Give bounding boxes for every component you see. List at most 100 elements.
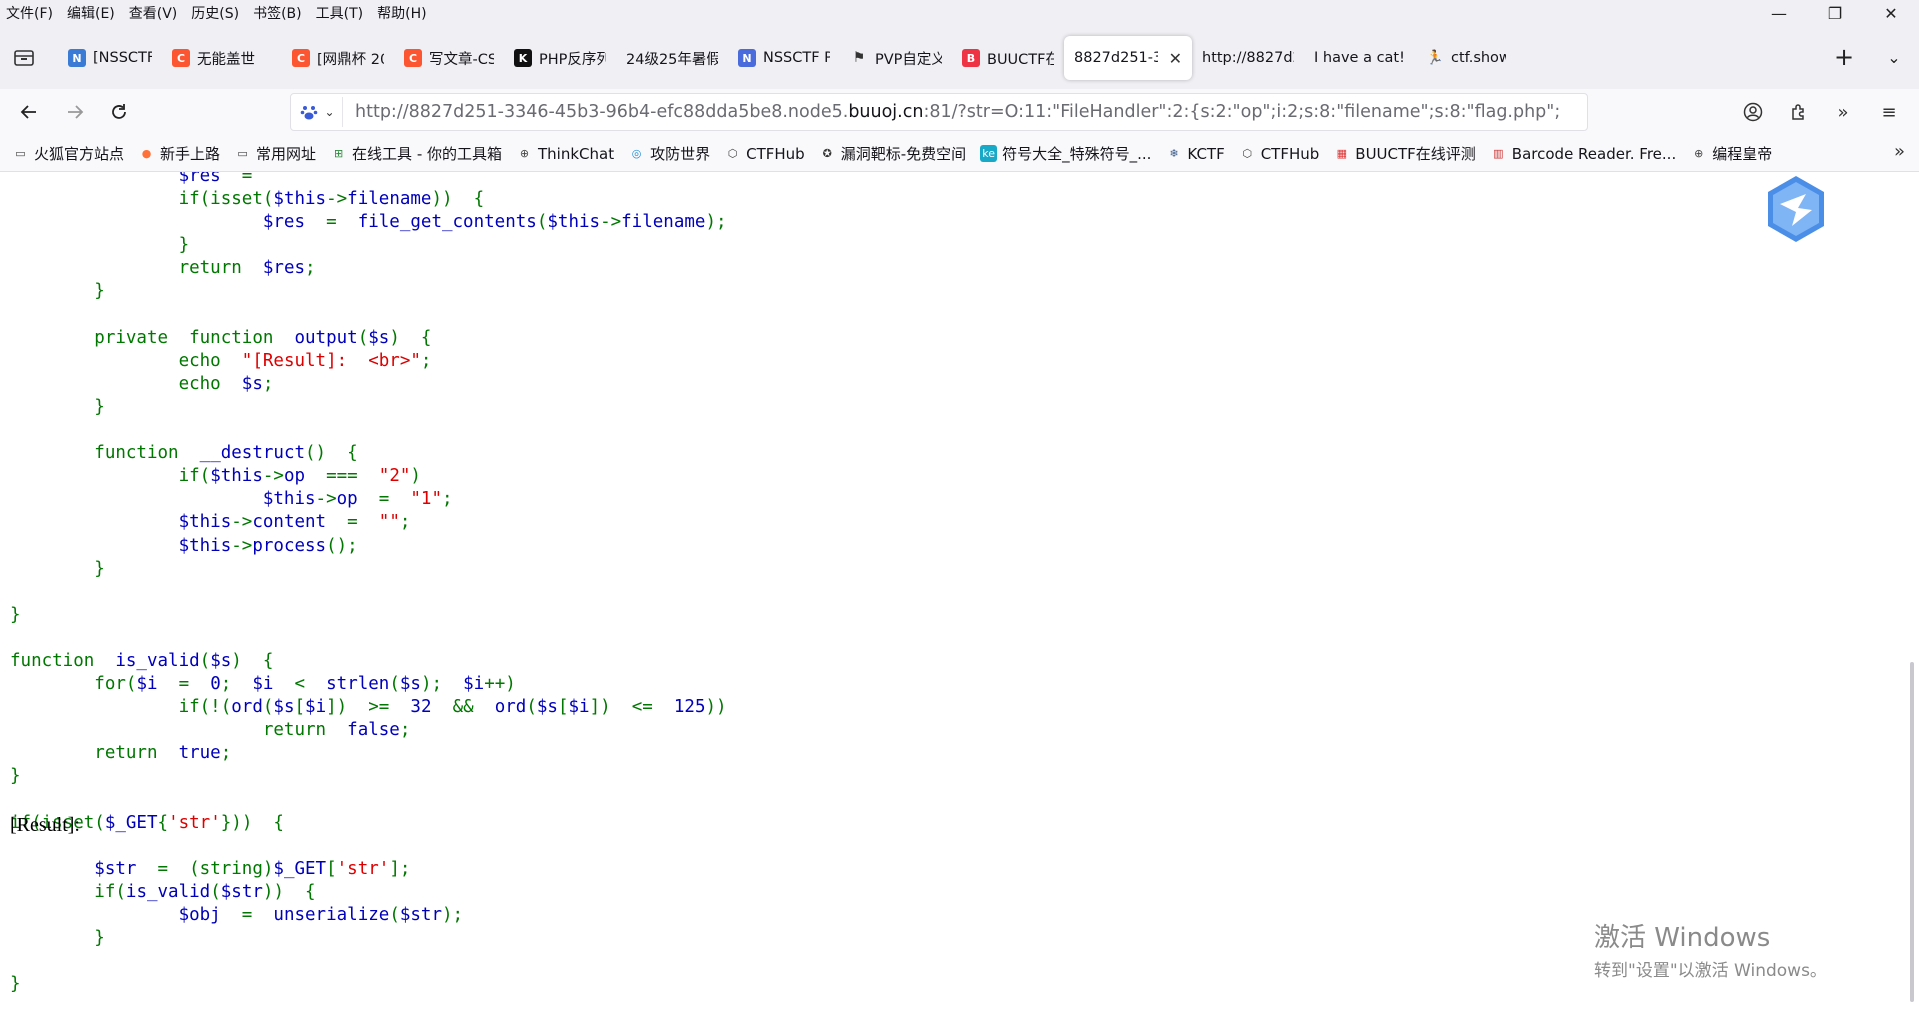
tab-0[interactable]: N [NSSCTF 20 bbox=[58, 36, 162, 80]
search-engine-button[interactable]: ⌄ bbox=[293, 97, 343, 127]
k-icon: K bbox=[514, 49, 532, 67]
code-token: filename bbox=[347, 189, 432, 210]
code-token: $s bbox=[241, 373, 263, 394]
restore-button[interactable]: ❐ bbox=[1807, 0, 1863, 27]
code-token: [ bbox=[326, 858, 337, 879]
back-button[interactable] bbox=[14, 97, 44, 127]
bookmark-item[interactable]: ◎ 攻防世界 bbox=[628, 143, 710, 164]
bookmark-label: Barcode Reader. Fre... bbox=[1511, 144, 1677, 163]
bookmark-item[interactable]: ke 符号大全_特殊符号_... bbox=[980, 143, 1151, 164]
tab-9[interactable]: 8827d251-3 ✕ bbox=[1064, 36, 1192, 80]
tab-3[interactable]: C 写文章-CSD bbox=[394, 36, 504, 80]
code-line: if(is_valid($str)) { bbox=[10, 881, 727, 904]
list-all-tabs-button[interactable]: ⌄ bbox=[1878, 41, 1910, 73]
bookmark-item[interactable]: ⬡ CTFHub bbox=[1239, 143, 1319, 164]
bookmark-item[interactable]: ▦ BUUCTF在线评测 bbox=[1333, 143, 1476, 164]
bookmarks-overflow-button[interactable]: » bbox=[1894, 141, 1905, 162]
account-button[interactable] bbox=[1738, 97, 1768, 127]
tab-7[interactable]: ⚑ PVP自定义 bbox=[840, 36, 952, 80]
snowflake-icon: ❄ bbox=[1169, 147, 1179, 160]
window-controls: — ❐ ✕ bbox=[1751, 0, 1919, 27]
menu-item-5[interactable]: 工具(T) bbox=[316, 3, 363, 23]
vertical-scrollbar[interactable] bbox=[1910, 662, 1914, 1002]
url-prefix: http://8827d251-3346-45b3-96b4-efc88dda5… bbox=[355, 102, 849, 122]
bookmark-item[interactable]: ⊕ 编程皇帝 bbox=[1690, 143, 1772, 164]
menu-item-4[interactable]: 书签(B) bbox=[253, 3, 302, 23]
code-token: if( bbox=[10, 466, 211, 487]
code-token: (); bbox=[326, 535, 358, 556]
floating-assistant-icon[interactable] bbox=[1764, 174, 1828, 244]
code-token: = bbox=[357, 489, 411, 510]
close-tab-icon[interactable]: ✕ bbox=[1169, 49, 1182, 68]
tab-10[interactable]: http://8827d25 bbox=[1192, 36, 1304, 80]
tab-1[interactable]: C 无能盖世 bbox=[162, 36, 282, 80]
menu-item-1[interactable]: 编辑(E) bbox=[67, 3, 115, 23]
url-bar[interactable]: ⌄ http://8827d251-3346-45b3-96b4-efc88dd… bbox=[290, 93, 1588, 131]
close-window-button[interactable]: ✕ bbox=[1863, 0, 1919, 27]
menu-item-6[interactable]: 帮助(H) bbox=[377, 3, 426, 23]
firefox-view-button[interactable] bbox=[8, 43, 40, 71]
bookmark-item[interactable]: ▭ 火狐官方站点 bbox=[12, 143, 124, 164]
code-token: ( bbox=[357, 327, 369, 348]
code-token: ord bbox=[494, 697, 527, 718]
code-token: $this bbox=[273, 189, 327, 210]
code-token: ++) bbox=[484, 674, 516, 695]
code-line: for($i = 0; $i < strlen($s); $i++) bbox=[10, 673, 727, 696]
code-token: -> bbox=[262, 466, 284, 487]
code-token: } bbox=[10, 766, 21, 787]
code-token: } bbox=[10, 396, 105, 417]
tab-12[interactable]: 🏃 ctf.show bbox=[1416, 36, 1516, 80]
app-menu-button[interactable]: ≡ bbox=[1874, 97, 1904, 127]
menu-item-3[interactable]: 历史(S) bbox=[191, 3, 239, 23]
minimize-button[interactable]: — bbox=[1751, 0, 1807, 27]
code-token: -> bbox=[231, 512, 253, 533]
menu-item-0[interactable]: 文件(F) bbox=[6, 3, 53, 23]
code-token: "2" bbox=[378, 466, 411, 487]
bookmark-item[interactable]: ⬡ CTFHub bbox=[724, 143, 805, 164]
tab-5[interactable]: 24级25年暑假学 bbox=[616, 36, 728, 80]
bookmark-item[interactable]: ✪ 漏洞靶标-免费空间 bbox=[819, 143, 967, 164]
bookmark-item[interactable]: ▭ 常用网址 bbox=[234, 143, 316, 164]
bookmark-item[interactable]: ⊞ 在线工具 - 你的工具箱 bbox=[330, 143, 502, 164]
folder-icon: ▭ bbox=[15, 147, 26, 160]
bookmark-item[interactable]: ⊕ ThinkChat bbox=[516, 143, 614, 164]
code-token: 32 bbox=[410, 697, 432, 718]
code-token: $this bbox=[10, 489, 316, 510]
tab-8[interactable]: B BUUCTF在线 bbox=[952, 36, 1064, 80]
code-token: $str bbox=[220, 881, 263, 902]
url-text[interactable]: http://8827d251-3346-45b3-96b4-efc88dda5… bbox=[355, 102, 1560, 122]
extensions-button[interactable] bbox=[1784, 97, 1814, 127]
new-tab-button[interactable]: + bbox=[1828, 41, 1860, 73]
code-line: } bbox=[10, 234, 727, 257]
code-token: ); bbox=[705, 212, 727, 233]
menu-item-2[interactable]: 查看(V) bbox=[129, 3, 178, 23]
tabs-container: N [NSSCTF 20 C 无能盖世 C [网鼎杯 202 C 写文章-CSD K PHP反序列… bbox=[58, 36, 1516, 80]
code-line: } bbox=[10, 927, 727, 950]
code-token: op bbox=[336, 489, 358, 510]
forward-button[interactable] bbox=[60, 97, 90, 127]
tab-11[interactable]: I have a cat! bbox=[1304, 36, 1416, 80]
code-token: 'str' bbox=[168, 812, 221, 833]
code-token: ( bbox=[526, 697, 537, 718]
code-token: op bbox=[283, 466, 306, 487]
bookmark-label: 漏洞靶标-免费空间 bbox=[840, 145, 967, 163]
code-token: ( bbox=[262, 697, 274, 718]
reload-button[interactable] bbox=[104, 97, 134, 127]
chevron-down-icon: ⌄ bbox=[324, 105, 335, 119]
code-token: "[Result]: <br>" bbox=[241, 350, 421, 371]
code-token: } bbox=[10, 604, 21, 625]
bookmark-label: CTFHub bbox=[746, 144, 805, 163]
bookmark-label: 在线工具 - 你的工具箱 bbox=[352, 145, 502, 163]
tab-2[interactable]: C [网鼎杯 202 bbox=[282, 36, 394, 80]
bookmark-item[interactable]: ❄ KCTF bbox=[1165, 143, 1224, 164]
bookmark-item[interactable]: ● 新手上路 bbox=[138, 143, 220, 164]
overflow-button[interactable]: » bbox=[1828, 97, 1858, 127]
tab-4[interactable]: K PHP反序列 bbox=[504, 36, 616, 80]
tab-6[interactable]: N NSSCTF PH bbox=[728, 36, 840, 80]
firefox-icon: ● bbox=[141, 147, 152, 160]
result-output: [Result]: bbox=[10, 814, 80, 836]
bookmark-item[interactable]: ▥ Barcode Reader. Fre... bbox=[1490, 143, 1676, 164]
code-token: is_valid bbox=[115, 650, 200, 671]
puzzle-icon bbox=[1792, 104, 1804, 120]
